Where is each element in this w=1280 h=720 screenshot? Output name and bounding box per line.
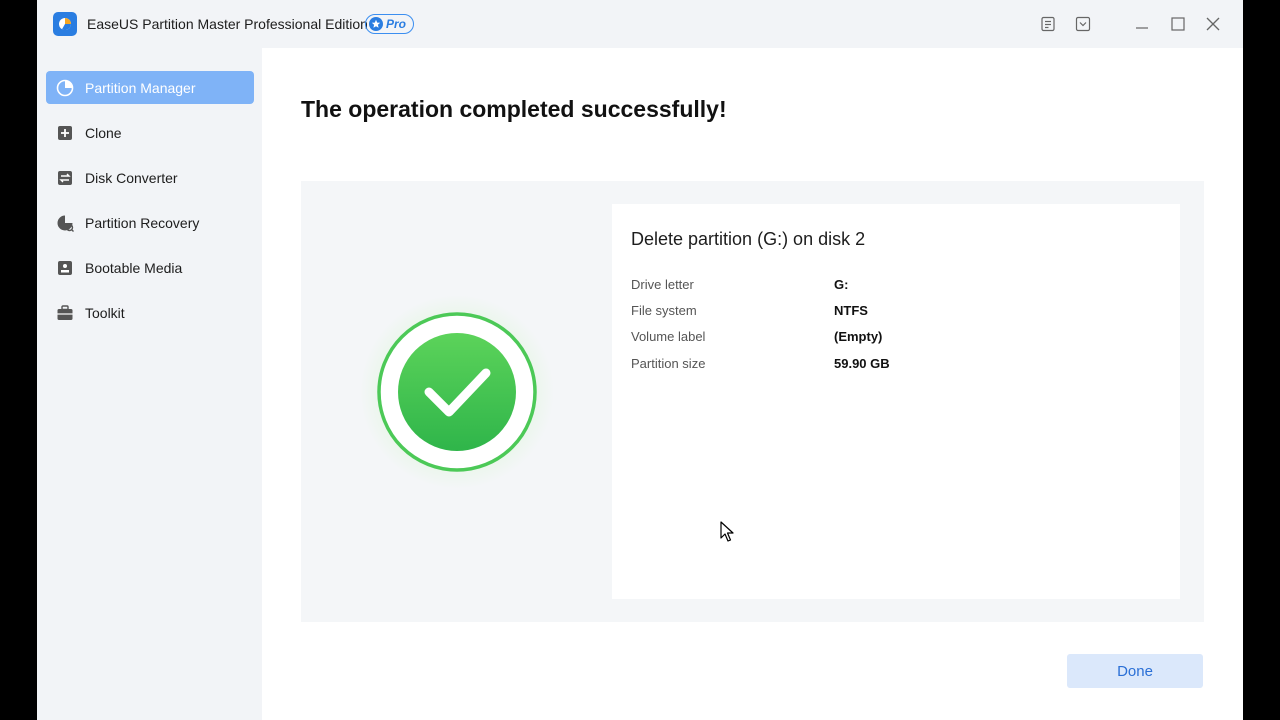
operation-details-card: Delete partition (G:) on disk 2 Drive le… (612, 204, 1180, 599)
star-icon (369, 17, 383, 31)
detail-key: File system (631, 303, 697, 318)
sidebar-item-label: Disk Converter (85, 169, 178, 186)
mouse-cursor-icon (720, 521, 734, 548)
sidebar-item-toolkit[interactable]: Toolkit (46, 296, 254, 329)
title-bar: EaseUS Partition Master Professional Edi… (37, 0, 1243, 48)
done-button[interactable]: Done (1067, 654, 1203, 688)
page-title: The operation completed successfully! (301, 96, 727, 122)
sidebar-item-disk-converter[interactable]: Disk Converter (46, 161, 254, 194)
detail-key: Drive letter (631, 277, 694, 292)
bootable-media-icon (56, 259, 74, 277)
sidebar-item-bootable-media[interactable]: Bootable Media (46, 251, 254, 284)
menu-dropdown-icon[interactable] (1073, 14, 1093, 34)
disk-converter-icon (56, 169, 74, 187)
app-window: EaseUS Partition Master Professional Edi… (37, 0, 1243, 720)
clone-icon (56, 124, 74, 142)
operation-title: Delete partition (G:) on disk 2 (631, 229, 866, 249)
sidebar-item-label: Partition Recovery (85, 214, 200, 231)
sidebar-item-label: Partition Manager (85, 79, 196, 96)
detail-value: NTFS (834, 303, 868, 318)
sidebar: Partition Manager Clone Disk Converter P… (37, 48, 262, 720)
sidebar-item-label: Clone (85, 124, 122, 141)
result-panel: Delete partition (G:) on disk 2 Drive le… (301, 181, 1204, 622)
detail-value: (Empty) (834, 329, 883, 344)
toolkit-icon (56, 304, 74, 322)
pro-badge-label: Pro (386, 17, 407, 31)
maximize-icon[interactable] (1168, 14, 1188, 34)
app-logo-icon (53, 12, 77, 36)
sidebar-item-partition-recovery[interactable]: Partition Recovery (46, 206, 254, 239)
detail-value: 59.90 GB (834, 356, 890, 371)
sidebar-item-label: Toolkit (85, 304, 125, 321)
sidebar-item-partition-manager[interactable]: Partition Manager (46, 71, 254, 104)
app-title: EaseUS Partition Master Professional Edi… (87, 16, 368, 32)
pie-chart-icon (56, 79, 74, 97)
detail-key: Partition size (631, 356, 706, 371)
close-icon[interactable] (1203, 14, 1223, 34)
sidebar-item-clone[interactable]: Clone (46, 116, 254, 149)
detail-key: Volume label (631, 329, 706, 344)
partition-recovery-icon (56, 214, 74, 232)
success-check-icon (359, 294, 555, 490)
pro-badge: Pro (365, 14, 415, 34)
minimize-icon[interactable] (1132, 14, 1152, 34)
sidebar-item-label: Bootable Media (85, 259, 183, 276)
detail-value: G: (834, 277, 849, 292)
feedback-icon[interactable] (1038, 14, 1058, 34)
